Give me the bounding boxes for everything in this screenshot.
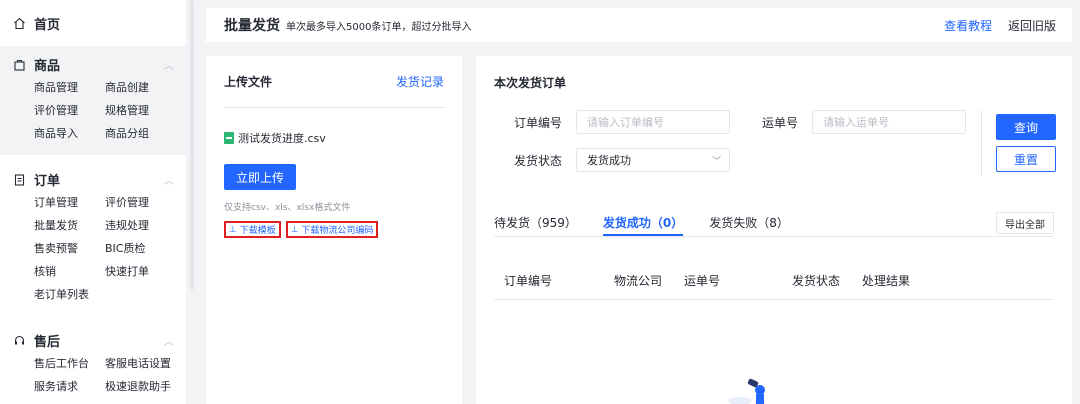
download-template-link[interactable]: ⊥ 下载模板 [224,221,281,238]
order-no-label: 订单编号 [514,115,563,130]
ship-status-select[interactable]: 发货成功 ﹀ [576,148,731,172]
column-header: 物流公司 [614,274,663,288]
waybill-label: 运单号 [762,115,799,130]
tab-pending[interactable]: 待发货（959） [494,214,577,236]
chevron-up-icon[interactable]: ︿ [164,172,174,187]
sidebar-home-label: 首页 [34,17,61,33]
query-button[interactable]: 查询 [996,114,1056,140]
file-icon [224,132,234,144]
sidebar-item[interactable]: 规格管理 [105,99,185,122]
sidebar-item[interactable]: BIC质检 [105,237,185,260]
upload-now-button[interactable]: 立即上传 [224,164,296,190]
sidebar-item[interactable]: 极速退款助手 [105,375,185,398]
sidebar-scrollbar[interactable] [190,0,194,290]
sidebar-item[interactable]: 快速打单 [105,260,185,283]
sidebar-item-batch-ship[interactable]: 批量发货 [34,214,105,237]
chevron-up-icon[interactable]: ︿ [164,57,174,72]
sidebar-item[interactable]: 违规处理 [105,214,185,237]
page-subtitle: 单次最多导入5000条订单，超过分批导入 [286,21,472,33]
column-header: 发货状态 [792,274,841,288]
file-name: 测试发货进度.csv [238,132,326,145]
download-courier-codes-link[interactable]: ⊥ 下载物流公司编码 [285,221,379,238]
clipboard-icon [12,172,26,186]
page-header: 批量发货 单次最多导入5000条订单，超过分批导入 查看教程 返回旧版 [206,8,1072,42]
sidebar-item[interactable]: 核销 [34,260,105,283]
tutorial-link[interactable]: 查看教程 [944,19,992,33]
sidebar-group-header-order[interactable]: 订单 ︿ [0,167,186,191]
orders-title: 本次发货订单 [494,75,567,90]
download-courier-codes-label: 下载物流公司编码 [301,226,374,236]
chevron-up-icon[interactable]: ︿ [164,333,174,348]
ship-status-value: 发货成功 [587,154,632,167]
sidebar-item[interactable]: 服务请求 [34,375,105,398]
column-header: 订单编号 [504,274,553,288]
sidebar-item[interactable]: 评价管理 [105,191,185,214]
sidebar-item[interactable]: 客服电话设置 [105,352,185,375]
chevron-down-icon: ﹀ [712,156,722,167]
sidebar-group-title: 商品 [34,58,61,74]
sidebar-item[interactable]: 商品创建 [105,76,185,99]
sidebar-group-order: 订单 ︿ 订单管理 评价管理 批量发货 违规处理 售卖预警 BIC质检 核销 快… [0,161,186,316]
format-hint: 仅支持csv、xls、xlsx格式文件 [224,203,351,213]
order-no-placeholder: 请输入订单编号 [587,116,665,129]
export-all-button[interactable]: 导出全部 [996,212,1054,234]
tab-failed[interactable]: 发货失败（8） [709,214,789,236]
uploaded-file: 测试发货进度.csv [224,130,444,146]
download-icon: ⊥ [290,224,302,235]
empty-state-illustration-icon [728,378,765,404]
orders-panel: 本次发货订单 订单编号 请输入订单编号 运单号 请输入运单号 发货状态 发货成功… [476,56,1072,404]
column-header: 运单号 [684,274,721,288]
column-header: 处理结果 [862,274,911,288]
sidebar-item-home[interactable]: 首页 [0,0,186,46]
table-header: 订单编号 物流公司 运单号 发货状态 处理结果 [494,262,1054,300]
headset-icon [12,333,26,347]
sidebar-group-title: 订单 [34,173,61,189]
tabs-divider [494,236,1054,237]
page-title: 批量发货 [224,18,280,34]
sidebar-group-title: 售后 [34,334,61,350]
reset-button[interactable]: 重置 [996,146,1056,172]
waybill-placeholder: 请输入运单号 [823,116,890,129]
bag-icon [12,57,26,71]
upload-panel: 上传文件 发货记录 测试发货进度.csv 立即上传 仅支持csv、xls、xls… [206,56,462,404]
sidebar-item[interactable]: 订单管理 [34,191,105,214]
sidebar-item[interactable]: 商品管理 [34,76,105,99]
sidebar-item[interactable]: 售后工作台 [34,352,105,375]
status-tabs: 待发货（959） 发货成功（0） 发货失败（8） [494,214,815,236]
sidebar-group-product: 商品 ︿ 商品管理 商品创建 评价管理 规格管理 商品导入 商品分组 [0,46,186,155]
tab-success[interactable]: 发货成功（0） [602,214,684,236]
sidebar-item[interactable]: 商品导入 [34,122,105,145]
sidebar-group-header-product[interactable]: 商品 ︿ [0,52,186,76]
back-old-version-link[interactable]: 返回旧版 [1008,19,1056,33]
sidebar: 首页 商品 ︿ 商品管理 商品创建 评价管理 规格管理 商品导入 商品分组 订单… [0,0,186,404]
waybill-input[interactable]: 请输入运单号 [812,110,967,134]
filter-divider [981,110,982,176]
ship-history-link[interactable]: 发货记录 [396,73,444,90]
sidebar-group-aftersale: 售后 ︿ 售后工作台 客服电话设置 服务请求 极速退款助手 [0,322,186,404]
download-template-label: 下载模板 [239,226,276,236]
sidebar-item[interactable]: 商品分组 [105,122,185,145]
sidebar-item[interactable]: 评价管理 [34,99,105,122]
sidebar-item[interactable]: 售卖预警 [34,237,105,260]
ship-status-label: 发货状态 [514,153,563,168]
order-no-input[interactable]: 请输入订单编号 [576,110,731,134]
sidebar-group-header-aftersale[interactable]: 售后 ︿ [0,328,186,352]
home-icon [12,16,26,30]
download-icon: ⊥ [229,224,240,235]
sidebar-item[interactable]: 老订单列表 [34,283,105,306]
upload-title: 上传文件 [224,75,273,89]
